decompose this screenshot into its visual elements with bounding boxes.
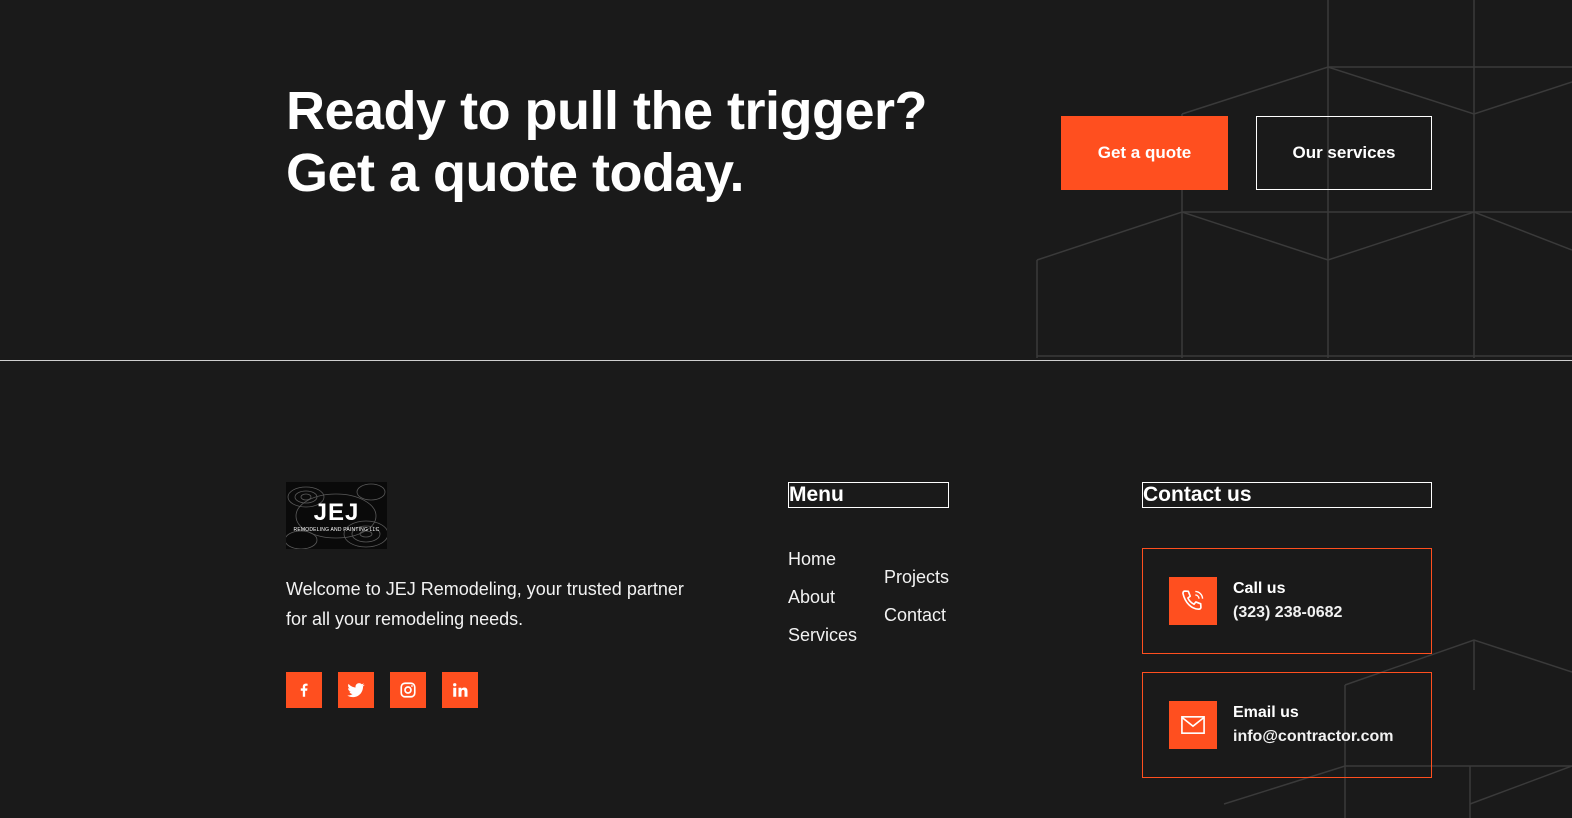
logo-title: JEJ (313, 499, 360, 526)
cta-heading: Ready to pull the trigger? Get a quote t… (286, 80, 986, 204)
instagram-icon (400, 682, 416, 698)
social-links (286, 672, 478, 708)
twitter-icon (347, 683, 365, 698)
our-services-button[interactable]: Our services (1256, 116, 1432, 190)
logo-subtitle: REMODELING AND PAINTING LLC (293, 527, 380, 533)
menu-link-services[interactable]: Services (788, 624, 857, 646)
cta-heading-line-2: Get a quote today. (286, 143, 745, 203)
menu-title: Menu (788, 482, 949, 508)
twitter-link[interactable] (338, 672, 374, 708)
menu-link-about[interactable]: About (788, 586, 835, 608)
instagram-link[interactable] (390, 672, 426, 708)
menu-link-home[interactable]: Home (788, 548, 836, 570)
email-us-card[interactable]: Email us info@contractor.com (1142, 672, 1432, 778)
linkedin-icon (453, 683, 468, 697)
call-us-card[interactable]: Call us (323) 238-0682 (1142, 548, 1432, 654)
phone-icon-box (1169, 577, 1217, 625)
email-address[interactable]: info@contractor.com (1233, 728, 1394, 746)
welcome-text: Welcome to JEJ Remodeling, your trusted … (286, 579, 684, 629)
mail-icon (1181, 716, 1205, 734)
section-divider (0, 360, 1572, 361)
cta-heading-line-1: Ready to pull the trigger? (286, 81, 928, 141)
facebook-link[interactable] (286, 672, 322, 708)
phone-icon (1182, 590, 1204, 610)
get-a-quote-button[interactable]: Get a quote (1061, 116, 1228, 190)
email-us-label: Email us (1233, 704, 1299, 721)
menu-link-contact[interactable]: Contact (884, 604, 946, 626)
linkedin-link[interactable] (442, 672, 478, 708)
phone-number[interactable]: (323) 238-0682 (1233, 604, 1342, 622)
page: Ready to pull the trigger? Get a quote t… (0, 0, 1572, 818)
call-us-label: Call us (1233, 580, 1286, 597)
contact-title: Contact us (1142, 482, 1432, 508)
menu-link-projects[interactable]: Projects (884, 566, 949, 588)
company-logo[interactable]: JEJ REMODELING AND PAINTING LLC (286, 482, 387, 549)
facebook-icon (300, 683, 308, 697)
mail-icon-box (1169, 701, 1217, 749)
